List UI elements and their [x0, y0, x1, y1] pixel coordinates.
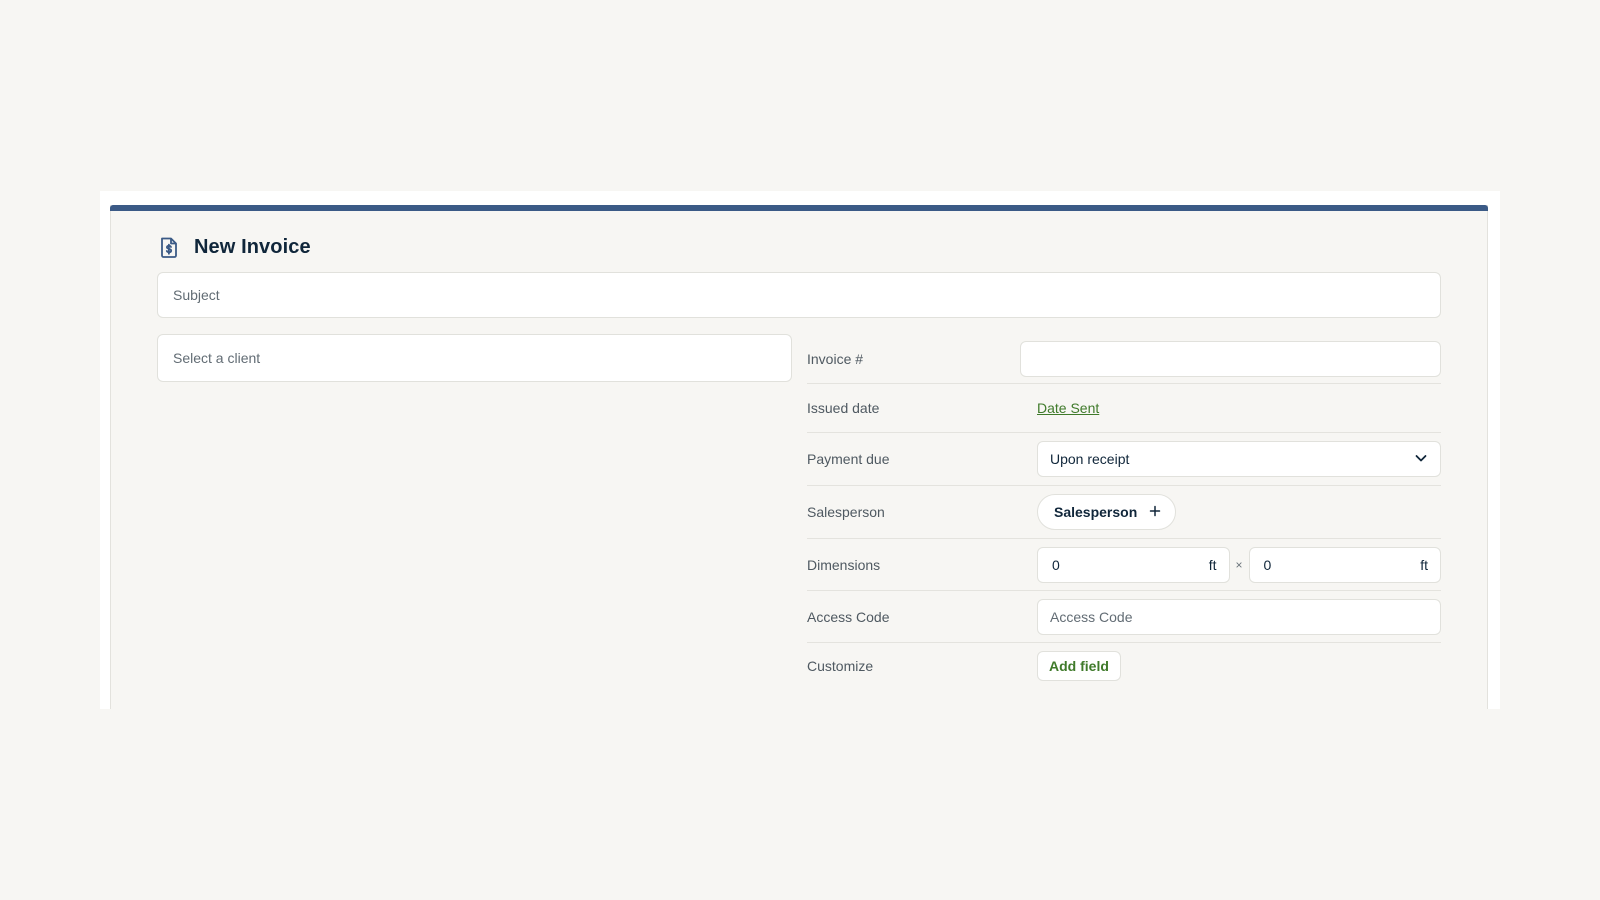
- issued-date-label: Issued date: [807, 400, 880, 416]
- payment-due-value: Upon receipt: [1050, 451, 1130, 467]
- invoice-dollar-icon: [158, 234, 180, 260]
- page-title: New Invoice: [194, 235, 311, 258]
- invoice-details-panel: Invoice # Issued date Date Sent Payment …: [807, 334, 1442, 689]
- card-accent-bar: [110, 205, 1488, 211]
- add-field-button[interactable]: Add field: [1037, 651, 1121, 681]
- dimension-separator: ×: [1235, 557, 1243, 572]
- subject-input[interactable]: [157, 272, 1441, 318]
- dimension-width-input[interactable]: [1050, 555, 1209, 574]
- dimension-width-unit: ft: [1208, 556, 1217, 573]
- chevron-down-icon: [1414, 451, 1428, 468]
- payment-due-select[interactable]: Upon receipt: [1037, 441, 1441, 477]
- access-code-input[interactable]: [1037, 598, 1441, 635]
- invoice-number-input[interactable]: [1020, 340, 1441, 377]
- issued-date-link[interactable]: Date Sent: [1037, 400, 1099, 416]
- dimension-length-unit: ft: [1420, 556, 1429, 573]
- dimension-width-field: ft: [1037, 546, 1230, 583]
- plus-icon: [1149, 504, 1161, 520]
- issued-date-row: Issued date Date Sent: [807, 384, 1441, 433]
- invoice-number-row: Invoice #: [807, 334, 1441, 384]
- client-select-input[interactable]: [157, 334, 792, 382]
- add-salesperson-button[interactable]: Salesperson: [1037, 494, 1177, 530]
- invoice-header: New Invoice: [158, 232, 311, 262]
- payment-due-label: Payment due: [807, 451, 890, 467]
- salesperson-button-label: Salesperson: [1054, 504, 1138, 520]
- dimension-length-input[interactable]: [1261, 555, 1421, 574]
- access-code-row: Access Code: [807, 591, 1441, 643]
- access-code-label: Access Code: [807, 608, 890, 625]
- salesperson-label: Salesperson: [807, 504, 885, 520]
- dimensions-label: Dimensions: [807, 556, 881, 573]
- customize-label: Customize: [807, 658, 874, 674]
- customize-row: Customize Add field: [807, 643, 1441, 689]
- invoice-number-label: Invoice #: [807, 350, 864, 367]
- payment-due-row: Payment due Upon receipt: [807, 433, 1441, 486]
- dimensions-row: Dimensions ft × ft: [807, 539, 1442, 591]
- salesperson-row: Salesperson Salesperson: [807, 486, 1441, 539]
- dimension-length-field: ft: [1248, 546, 1442, 583]
